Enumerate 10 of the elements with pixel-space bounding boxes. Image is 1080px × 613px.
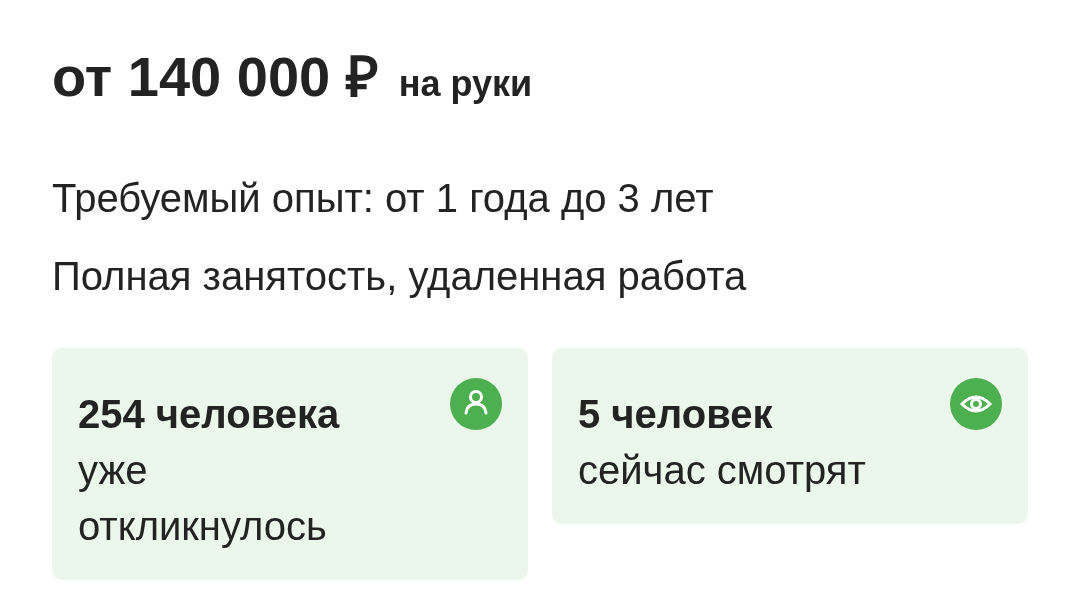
stat-text: уже откликнулось [78, 447, 328, 550]
stat-count: 254 человека [78, 391, 341, 438]
job-detail: Требуемый опыт: от 1 года до 3 лет [52, 175, 715, 222]
stat-count: 5 человек [578, 391, 774, 438]
salary-suffix: на руки [398, 63, 533, 105]
stat-text: сейчас смотрят [578, 447, 867, 494]
eye-icon [950, 378, 1002, 430]
job-detail: Полная занятость, удаленная работа [52, 253, 748, 300]
person-icon [450, 378, 502, 430]
salary-amount: от 140 000 ₽ [52, 44, 379, 110]
